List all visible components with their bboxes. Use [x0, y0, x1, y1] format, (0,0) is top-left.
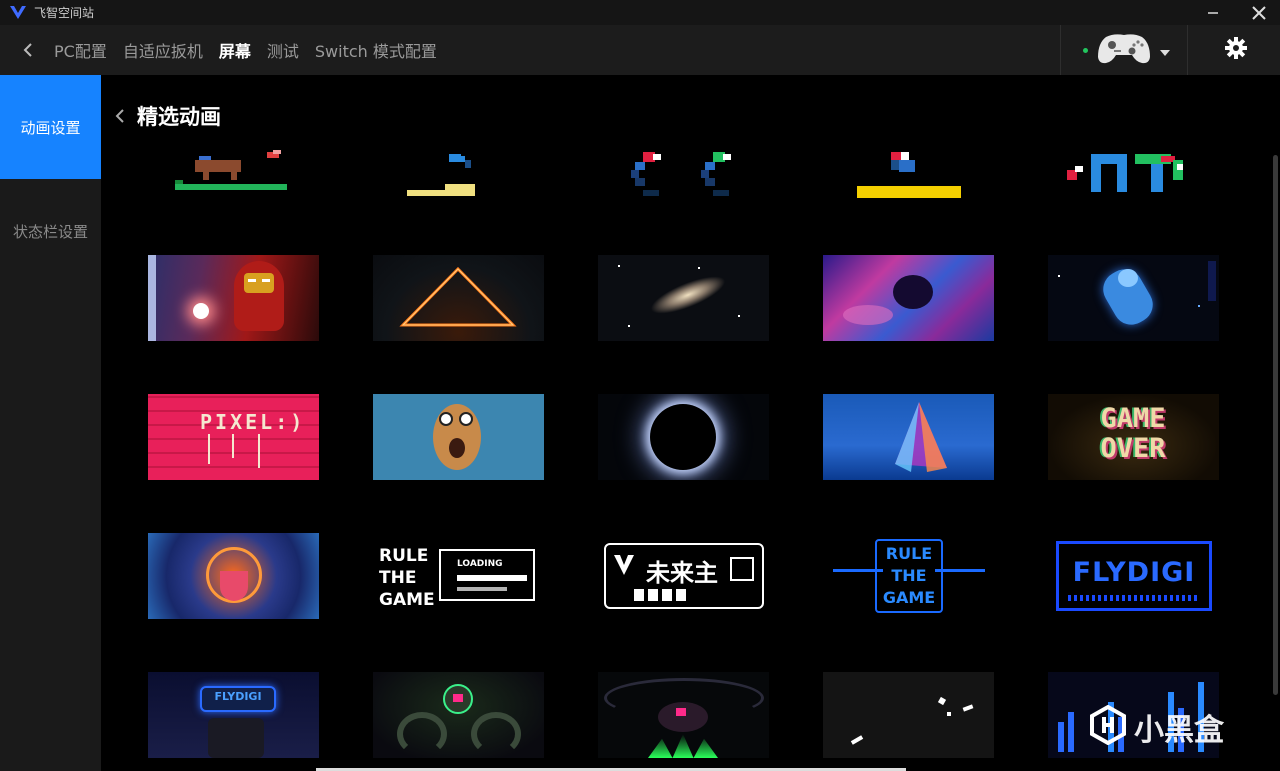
animation-thumb-galaxy[interactable]: [598, 255, 769, 341]
game-over-text: GAME OVER: [1100, 403, 1166, 464]
animation-thumb-flydigi-blue[interactable]: FLYDIGI: [1048, 533, 1219, 619]
animation-thumb-rolling-tongue[interactable]: [148, 533, 319, 619]
tab-pc-config[interactable]: PC配置: [54, 38, 107, 62]
graffiti-text: PIXEL:): [200, 410, 306, 434]
watermark: 小黑盒: [1088, 704, 1224, 749]
flydigi-text: FLYDIGI: [1072, 557, 1196, 588]
device-selector[interactable]: [1060, 25, 1188, 75]
animation-thumb-octopus-robot[interactable]: [373, 672, 544, 758]
animation-thumb-pixel-two-blocks[interactable]: [629, 150, 739, 200]
flydigi-logo-icon: [8, 3, 28, 23]
sidebar-item-statusbar-settings[interactable]: 状态栏设置: [0, 179, 101, 283]
tab-adaptive-trigger[interactable]: 自适应扳机: [123, 38, 203, 62]
section-back-button[interactable]: [109, 105, 131, 127]
animation-thumb-pixel-graffiti[interactable]: PIXEL:): [148, 394, 319, 480]
tab-screen[interactable]: 屏幕: [219, 38, 251, 62]
settings-button[interactable]: [1210, 25, 1262, 75]
animation-thumb-weilai-zhu[interactable]: 未来主: [598, 533, 769, 619]
animation-thumb-rule-the-game-blue[interactable]: RULE THE GAME: [823, 533, 994, 619]
animation-thumb-astronaut[interactable]: [1048, 255, 1219, 341]
section-header: 精选动画: [109, 101, 221, 131]
chevron-down-icon: [1160, 41, 1170, 60]
animation-thumb-dark-particles[interactable]: [823, 672, 994, 758]
title-bar: 飞智空间站: [0, 0, 1280, 25]
close-button[interactable]: [1236, 0, 1280, 25]
watermark-text: 小黑盒: [1134, 713, 1224, 748]
rule-the-game-blue-text: RULE THE GAME: [882, 544, 936, 607]
flydigi-robot-text: FLYDIGI: [214, 690, 262, 703]
gear-icon: [1225, 37, 1247, 63]
gamepad-icon: [1096, 31, 1152, 69]
animation-thumb-rule-the-game-loading[interactable]: RULE THE GAME LOADING: [373, 533, 544, 619]
minimize-button[interactable]: [1190, 0, 1236, 25]
loading-text: LOADING: [457, 559, 503, 569]
scrollbar[interactable]: [1273, 155, 1278, 695]
app-title: 飞智空间站: [34, 6, 95, 20]
tab-switch-mode[interactable]: Switch 模式配置: [315, 38, 437, 62]
animation-thumb-neon-triangle[interactable]: [373, 255, 544, 341]
sidebar: 动画设置 状态栏设置: [0, 75, 101, 771]
animation-thumb-green-creature[interactable]: [598, 672, 769, 758]
section-title: 精选动画: [137, 105, 221, 129]
animation-thumb-game-over[interactable]: GAME OVER: [1048, 394, 1219, 480]
connection-status-dot: [1083, 47, 1088, 53]
main-content: 精选动画 PIXEL:) GAME OVER RULE THE GAME LOA…: [101, 75, 1280, 771]
animation-thumb-pixel-yellow-bar[interactable]: [855, 150, 963, 200]
heybox-logo-icon: [1088, 704, 1128, 749]
animation-thumb-pixel-running-horse[interactable]: [173, 150, 288, 200]
animation-thumb-crystal-pyramid[interactable]: [823, 394, 994, 480]
sidebar-item-animation-settings[interactable]: 动画设置: [0, 75, 101, 179]
back-button[interactable]: [8, 25, 48, 75]
animation-thumb-pixel-stairs[interactable]: [401, 150, 481, 200]
animation-thumb-solar-eclipse[interactable]: [598, 394, 769, 480]
animation-thumb-fluid-art[interactable]: [823, 255, 994, 341]
animation-thumb-flydigi-robot[interactable]: FLYDIGI: [148, 672, 319, 758]
tab-test[interactable]: 测试: [267, 38, 299, 62]
rule-the-game-text: RULE THE GAME: [379, 546, 435, 610]
animation-thumb-pixel-colored-blocks[interactable]: [1065, 150, 1189, 200]
animation-thumb-iron-man[interactable]: [148, 255, 319, 341]
animation-thumb-shocked-egg[interactable]: [373, 394, 544, 480]
weilai-zhu-text: 未来主: [646, 559, 718, 587]
